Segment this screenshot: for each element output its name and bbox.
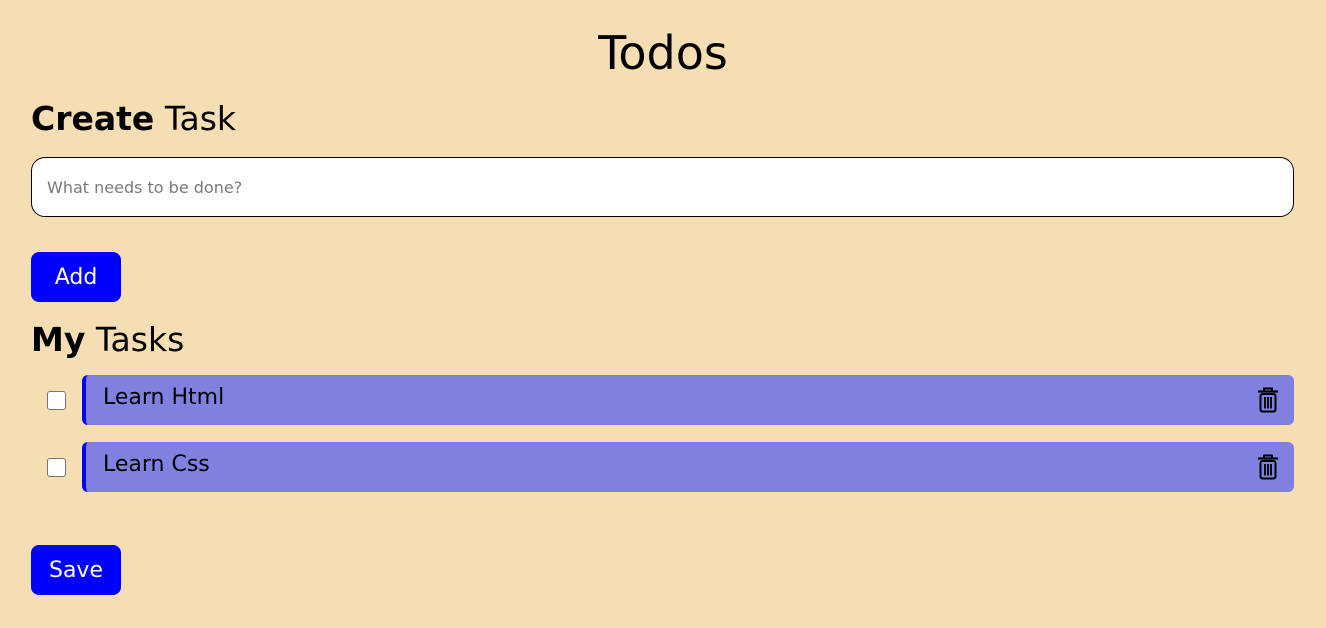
create-task-heading: Create Task bbox=[31, 97, 236, 141]
my-tasks-heading-bold: My bbox=[31, 320, 86, 359]
task-card: Learn Html bbox=[82, 375, 1294, 425]
task-row: Learn Html bbox=[0, 375, 1326, 425]
task-card: Learn Css bbox=[82, 442, 1294, 492]
my-tasks-heading: My Tasks bbox=[31, 318, 184, 362]
create-task-heading-rest: Task bbox=[164, 99, 237, 138]
task-checkbox[interactable] bbox=[47, 391, 66, 410]
task-label: Learn Css bbox=[103, 452, 210, 477]
my-tasks-heading-rest: Tasks bbox=[95, 320, 185, 359]
new-task-input[interactable] bbox=[31, 157, 1294, 217]
save-button[interactable]: Save bbox=[31, 545, 121, 595]
task-row: Learn Css bbox=[0, 442, 1326, 492]
add-button[interactable]: Add bbox=[31, 252, 121, 302]
trash-icon[interactable] bbox=[1256, 387, 1280, 413]
page-title: Todos bbox=[598, 26, 728, 80]
trash-icon[interactable] bbox=[1256, 454, 1280, 480]
task-label: Learn Html bbox=[103, 385, 225, 410]
create-task-heading-bold: Create bbox=[31, 99, 155, 138]
task-checkbox[interactable] bbox=[47, 458, 66, 477]
